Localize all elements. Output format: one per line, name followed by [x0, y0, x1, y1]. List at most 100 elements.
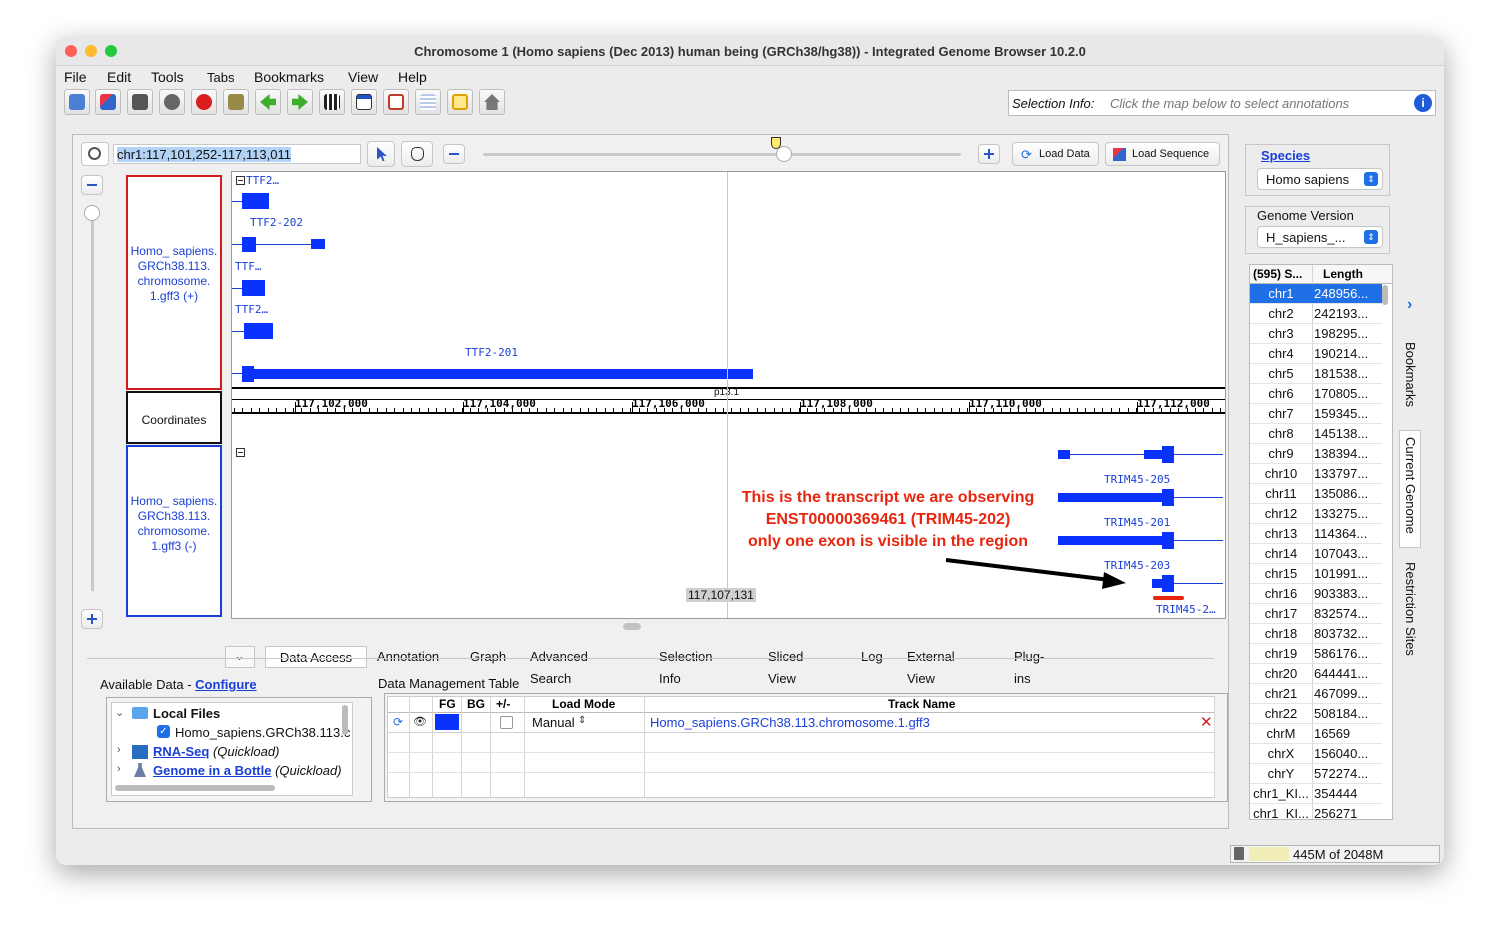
feature-exon[interactable]	[1162, 489, 1174, 506]
chromosome-row[interactable]: chr2 242193...	[1250, 304, 1382, 324]
track-name-cell[interactable]: Homo_sapiens.GRCh38.113.chromosome.1.gff…	[650, 715, 930, 730]
side-tab-bookmarks[interactable]: Bookmarks	[1403, 342, 1418, 407]
eye-icon[interactable]: 👁	[413, 715, 427, 728]
menu-edit[interactable]: Edit	[107, 69, 131, 85]
tab-log[interactable]: Log	[861, 646, 883, 668]
local-file-item[interactable]: Homo_sapiens.GRCh38.113.c	[175, 725, 350, 740]
feature-exon[interactable]	[242, 193, 269, 209]
info-icon[interactable]: i	[1414, 94, 1432, 112]
chromosome-row[interactable]: chr3 198295...	[1250, 324, 1382, 344]
collapse-plus-track-icon[interactable]	[236, 176, 245, 185]
feature-exon[interactable]	[244, 323, 273, 339]
chromosome-row[interactable]: chrY 572274...	[1250, 764, 1382, 784]
strand-checkbox[interactable]	[500, 716, 513, 729]
home-button[interactable]	[479, 89, 505, 115]
vertical-zoom-out-button[interactable]	[81, 175, 103, 195]
load-data-button[interactable]: ⟳ Load Data	[1012, 142, 1099, 166]
column-header-length[interactable]: Length	[1323, 267, 1363, 281]
chromosome-row[interactable]: chr10 133797...	[1250, 464, 1382, 484]
load-sequence-button[interactable]: Load Sequence	[1105, 142, 1220, 166]
tab-annotation[interactable]: Annotation	[377, 646, 439, 668]
expand-side-panel-button[interactable]: ›	[1402, 296, 1424, 316]
column-header-load-mode[interactable]: Load Mode	[552, 697, 615, 711]
column-header-bg[interactable]: BG	[467, 697, 485, 711]
film-button[interactable]	[319, 89, 345, 115]
chromosome-row[interactable]: chr1_KI... 256271	[1250, 804, 1382, 819]
tab-plug-ins[interactable]: Plug-ins	[1014, 646, 1044, 686]
feature-exon[interactable]	[1058, 450, 1070, 459]
back-button[interactable]	[255, 89, 281, 115]
configure-link[interactable]: Configure	[195, 677, 256, 692]
feature-exon[interactable]	[1144, 450, 1162, 459]
select-tool-button[interactable]	[367, 141, 395, 167]
genome-viewer[interactable]: TTF2… TTF2-202 TTF… TTF2… TTF2-201 p13.1	[231, 171, 1226, 619]
column-header-sequence[interactable]: (595) S...	[1253, 267, 1302, 281]
chromosome-row[interactable]: chr12 133275...	[1250, 504, 1382, 524]
splitter-handle[interactable]	[623, 623, 641, 630]
feature-exon[interactable]	[1162, 532, 1174, 549]
chromosome-row[interactable]: chr6 170805...	[1250, 384, 1382, 404]
window-button[interactable]	[383, 89, 409, 115]
feature-exon[interactable]	[311, 239, 325, 249]
chromosome-row[interactable]: chrM 16569	[1250, 724, 1382, 744]
zoom-out-button[interactable]	[443, 144, 465, 164]
menu-help[interactable]: Help	[398, 69, 427, 85]
chromosome-row[interactable]: chr14 107043...	[1250, 544, 1382, 564]
chromosome-row[interactable]: chr17 832574...	[1250, 604, 1382, 624]
zoom-slider[interactable]	[483, 137, 961, 162]
feature-exon[interactable]	[1152, 579, 1162, 588]
horizontal-scrollbar[interactable]	[115, 785, 275, 791]
feature-exon[interactable]	[242, 280, 265, 296]
open-file-button[interactable]	[64, 89, 90, 115]
tab-external-view[interactable]: External View	[907, 646, 955, 686]
genome-in-a-bottle-link[interactable]: Genome in a Bottle	[153, 763, 271, 778]
chromosome-row[interactable]: chr1_KI... 354444	[1250, 784, 1382, 804]
track-label-minus[interactable]: Homo_ sapiens. GRCh38.113. chromosome. 1…	[126, 445, 222, 617]
side-tab-current-genome[interactable]: Current Genome	[1399, 430, 1421, 548]
species-select[interactable]: Homo sapiens ⇕	[1257, 168, 1383, 190]
zoom-slider-thumb[interactable]	[776, 146, 793, 162]
genome-version-select[interactable]: H_sapiens_... ⇕	[1257, 226, 1383, 248]
collapse-tabs-button[interactable]: ⌄	[225, 646, 255, 668]
vertical-zoom-slider[interactable]	[84, 205, 100, 591]
chromosome-row[interactable]: chr15 101991...	[1250, 564, 1382, 584]
species-label[interactable]: Species	[1259, 148, 1313, 163]
selection-info-field[interactable]: Selection Info: Click the map below to s…	[1008, 90, 1436, 116]
snapshot-button[interactable]	[127, 89, 153, 115]
checkbox-checked-icon[interactable]: ✓	[157, 725, 170, 738]
feature-exon[interactable]	[242, 237, 256, 252]
clear-button[interactable]	[191, 89, 217, 115]
comment-button[interactable]	[447, 89, 473, 115]
collapse-minus-track-icon[interactable]	[236, 448, 245, 457]
dna-button[interactable]	[95, 89, 121, 115]
vertical-scrollbar[interactable]	[1382, 285, 1388, 305]
menu-view[interactable]: View	[348, 69, 378, 85]
chromosome-row[interactable]: chr16 903383...	[1250, 584, 1382, 604]
tab-graph[interactable]: Graph	[470, 646, 506, 668]
local-files-node[interactable]: Local Files	[153, 706, 220, 721]
trash-icon[interactable]	[1234, 847, 1244, 860]
refresh-icon[interactable]: ⟳	[393, 715, 403, 729]
export-button[interactable]	[351, 89, 377, 115]
chevron-down-icon[interactable]: ⌄	[115, 706, 124, 719]
feature-exon[interactable]	[1162, 446, 1174, 463]
track-label-plus[interactable]: Homo_ sapiens. GRCh38.113. chromosome. 1…	[126, 175, 222, 390]
column-header-fg[interactable]: FG	[439, 697, 456, 711]
menu-file[interactable]: File	[64, 69, 87, 85]
preferences-button[interactable]	[159, 89, 185, 115]
menu-tabs[interactable]: Tabs	[207, 70, 234, 85]
tab-data-access[interactable]: Data Access	[265, 646, 367, 668]
column-header-track-name[interactable]: Track Name	[888, 697, 955, 711]
chromosome-row[interactable]: chr8 145138...	[1250, 424, 1382, 444]
chromosome-row[interactable]: chr22 508184...	[1250, 704, 1382, 724]
feature-exon[interactable]	[1162, 575, 1174, 592]
chromosome-row[interactable]: chr19 586176...	[1250, 644, 1382, 664]
chevron-right-icon[interactable]: ›	[117, 763, 121, 775]
list-button[interactable]	[415, 89, 441, 115]
chromosome-row[interactable]: chr20 644441...	[1250, 664, 1382, 684]
pan-tool-button[interactable]	[401, 141, 433, 167]
chevron-right-icon[interactable]: ›	[117, 744, 121, 756]
load-mode-select[interactable]: Manual	[532, 715, 575, 730]
chromosome-row[interactable]: chr18 803732...	[1250, 624, 1382, 644]
location-input[interactable]: chr1:117,101,252-117,113,011	[113, 144, 361, 164]
